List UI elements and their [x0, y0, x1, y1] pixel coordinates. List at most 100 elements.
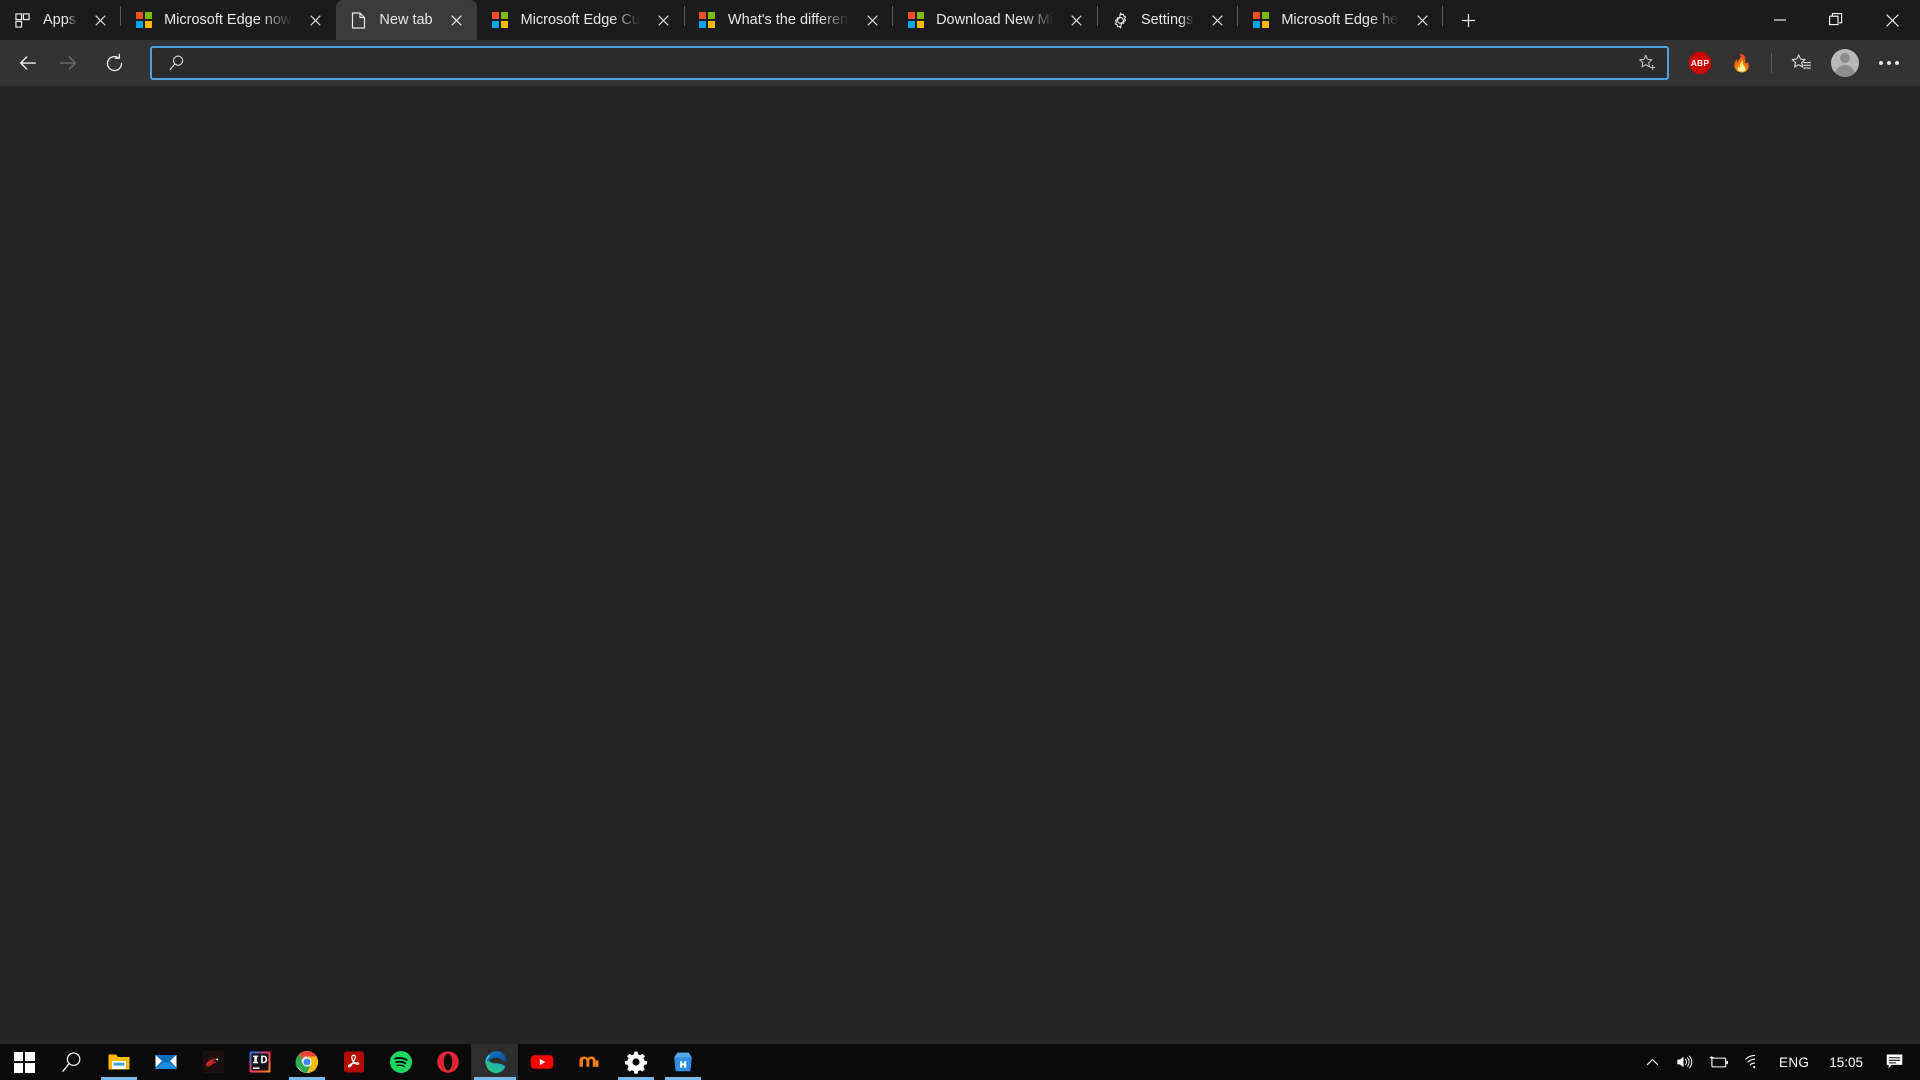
taskbar-adobe-acrobat[interactable] [330, 1044, 377, 1080]
tab-microsoft-edge-cu[interactable]: Microsoft Edge Cu [478, 0, 684, 40]
search-icon [61, 1052, 80, 1072]
profile-avatar[interactable] [1824, 44, 1866, 82]
tab-title: Settings [1140, 12, 1194, 28]
microsoft-logo-icon [699, 12, 716, 29]
refresh-button[interactable] [94, 43, 134, 83]
wifi-icon [1745, 1054, 1756, 1069]
page-icon [350, 11, 367, 29]
tab-title: Download New Mi [936, 12, 1053, 28]
adobe-acrobat-icon [343, 1051, 364, 1073]
apps-grid-icon [14, 12, 31, 29]
tab-title: Microsoft Edge now [164, 12, 292, 28]
mail-icon [154, 1055, 177, 1070]
language-indicator[interactable]: ENG [1771, 1044, 1817, 1080]
kali-dragon-icon [201, 1051, 224, 1073]
youtube-icon [530, 1055, 553, 1069]
tab-title: Apps [43, 12, 77, 28]
abp-badge-label: ABP [1689, 52, 1711, 74]
toolbar-separator [1771, 53, 1772, 73]
tab-close-button[interactable] [1203, 6, 1231, 34]
adblock-plus-icon[interactable]: ABP [1681, 44, 1719, 82]
battery-charging-icon [1709, 1055, 1729, 1067]
tab-close-button[interactable] [1408, 6, 1436, 34]
taskbar-kali-linux[interactable] [189, 1044, 236, 1080]
moodle-icon [579, 1056, 598, 1067]
tab-microsoft-edge-now[interactable]: Microsoft Edge now [121, 0, 335, 40]
tab-microsoft-edge-help[interactable]: Microsoft Edge he [1238, 0, 1442, 40]
taskbar-moodle[interactable] [565, 1044, 612, 1080]
tab-settings[interactable]: Settings [1098, 0, 1237, 40]
taskbar-google-chrome[interactable] [283, 1044, 330, 1080]
ellipsis-icon [1879, 61, 1899, 65]
show-hidden-icons-button[interactable] [1638, 1044, 1667, 1080]
taskbar-opera[interactable] [424, 1044, 471, 1080]
tab-title: Microsoft Edge Cu [520, 12, 640, 28]
back-button[interactable] [8, 43, 48, 83]
taskbar-file-explorer[interactable] [95, 1044, 142, 1080]
new-tab-button[interactable] [1451, 3, 1485, 37]
battery-button[interactable] [1701, 1044, 1737, 1080]
tab-whats-the-difference[interactable]: What's the differen [685, 0, 892, 40]
gear-icon [1112, 11, 1129, 29]
avatar [1831, 49, 1859, 77]
close-button[interactable] [1864, 0, 1920, 40]
settings-and-more-button[interactable] [1870, 44, 1908, 82]
taskbar-windows-settings[interactable] [612, 1044, 659, 1080]
notification-icon [1886, 1054, 1903, 1069]
start-button[interactable] [0, 1044, 48, 1080]
microsoft-logo-icon [1252, 12, 1269, 29]
tab-title: Microsoft Edge he [1281, 12, 1399, 28]
speaker-icon [1677, 1055, 1693, 1069]
forward-button[interactable] [48, 43, 88, 83]
minimize-button[interactable] [1752, 0, 1808, 40]
tab-apps[interactable]: Apps [0, 0, 120, 40]
tab-title: What's the differen [727, 12, 849, 28]
volume-button[interactable] [1667, 1044, 1701, 1080]
tab-strip: Apps Microsoft Edge now New tab Microsof… [0, 0, 1920, 40]
tab-close-button[interactable] [650, 6, 678, 34]
extension-flame-icon[interactable]: 🔥 [1723, 44, 1761, 82]
address-input[interactable] [188, 49, 1631, 77]
taskbar-search-button[interactable] [48, 1044, 95, 1080]
add-favorite-icon[interactable] [1631, 48, 1663, 78]
tab-close-button[interactable] [301, 6, 329, 34]
gear-icon [624, 1051, 647, 1074]
action-center-button[interactable] [1875, 1044, 1916, 1080]
flame-glyph: 🔥 [1731, 53, 1753, 73]
taskbar-youtube[interactable] [518, 1044, 565, 1080]
restore-button[interactable] [1808, 0, 1864, 40]
browser-window: Apps Microsoft Edge now New tab Microsof… [0, 0, 1920, 1044]
tab-close-button[interactable] [858, 6, 886, 34]
windows-logo-icon [13, 1051, 35, 1073]
taskbar-microsoft-store[interactable] [659, 1044, 706, 1080]
tab-separator [1442, 5, 1444, 26]
microsoft-edge-icon [484, 1051, 506, 1073]
network-button[interactable] [1737, 1044, 1771, 1080]
taskbar-intellij-idea[interactable] [236, 1044, 283, 1080]
clock[interactable]: 15:05 [1817, 1044, 1875, 1080]
system-tray: ENG 15:05 [1638, 1044, 1920, 1080]
chrome-icon [295, 1051, 318, 1073]
tab-new-tab[interactable]: New tab [336, 0, 477, 40]
tab-download-new-microsoft-edge[interactable]: Download New Mi [893, 0, 1097, 40]
search-icon [166, 54, 188, 72]
page-content-area [0, 86, 1920, 1044]
address-bar[interactable] [150, 46, 1669, 80]
tab-close-button[interactable] [443, 6, 471, 34]
microsoft-logo-icon [492, 12, 509, 29]
favorites-icon[interactable] [1782, 44, 1820, 82]
microsoft-logo-icon [135, 12, 152, 29]
tab-list: Apps Microsoft Edge now New tab Microsof… [0, 0, 1485, 40]
tab-close-button[interactable] [86, 6, 114, 34]
window-controls [1752, 0, 1920, 40]
chevron-up-icon [1646, 1058, 1659, 1065]
taskbar-microsoft-edge[interactable] [471, 1044, 518, 1080]
taskbar-spotify[interactable] [377, 1044, 424, 1080]
intellij-idea-icon [249, 1051, 270, 1073]
windows-taskbar: ENG 15:05 [0, 1044, 1920, 1080]
browser-toolbar: ABP 🔥 [0, 40, 1920, 86]
microsoft-logo-icon [907, 12, 924, 29]
taskbar-mail-app[interactable] [142, 1044, 189, 1080]
tab-close-button[interactable] [1063, 6, 1091, 34]
file-explorer-icon [108, 1054, 129, 1070]
